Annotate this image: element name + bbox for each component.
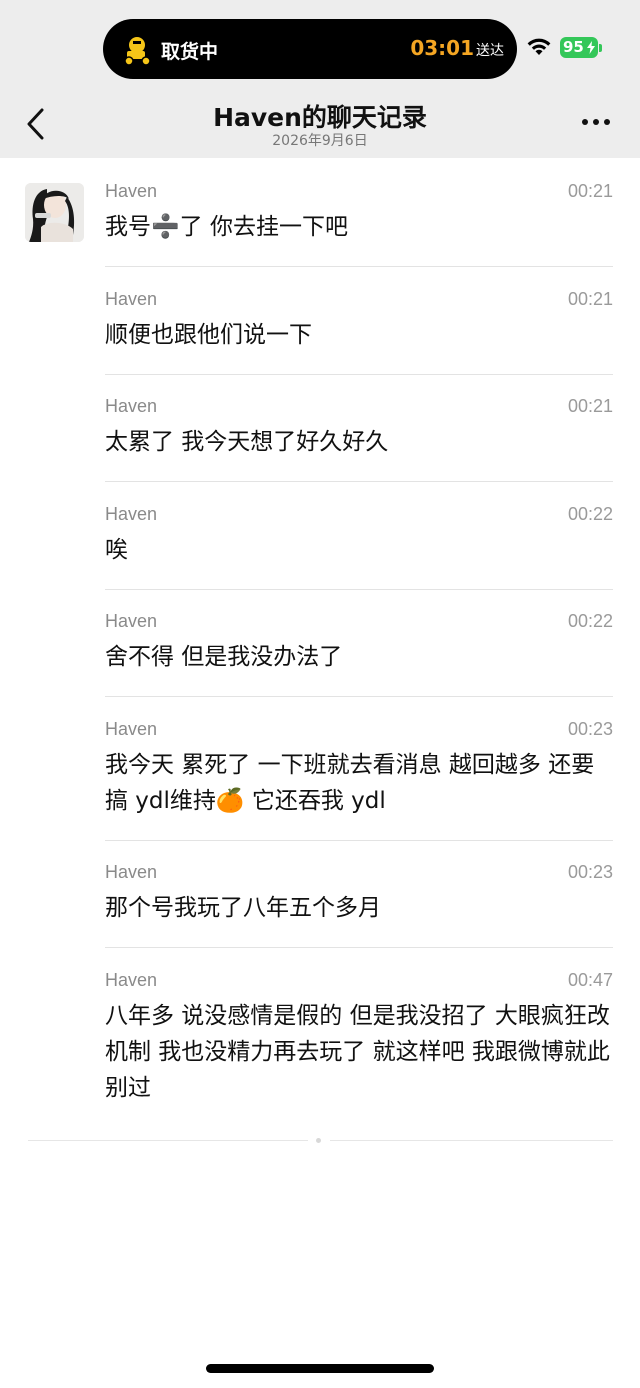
page-subtitle-date: 2026年9月6日 — [272, 133, 368, 149]
message-divider — [105, 840, 613, 841]
message-sender: Haven — [105, 289, 158, 309]
avatar-image — [25, 183, 84, 242]
message-time: 00:22 — [567, 611, 613, 631]
message-time: 00:23 — [567, 719, 613, 739]
message-divider — [105, 696, 613, 697]
message-sender: Haven — [105, 504, 158, 524]
message-sender: Haven — [105, 719, 158, 739]
message-time: 00:21 — [567, 396, 613, 416]
message-text: 八年多 说没感情是假的 但是我没招了 大眼疯狂改机制 我也没精力再去玩了 就这样… — [105, 1003, 610, 1101]
message-text: 顺便也跟他们说一下 — [105, 322, 312, 348]
message-text: 太累了 我今天想了好久好久 — [105, 429, 389, 455]
delivery-eta: 03:01 — [410, 36, 474, 60]
end-separator-right — [330, 1140, 613, 1141]
end-separator-dot — [316, 1138, 321, 1143]
battery-tip — [599, 44, 602, 52]
message-text: 舍不得 但是我没办法了 — [105, 644, 343, 670]
message-divider — [105, 481, 613, 482]
message-time: 00:22 — [567, 504, 613, 524]
message-time: 00:21 — [567, 289, 613, 309]
message-sender: Haven — [105, 862, 158, 882]
end-separator-left — [28, 1140, 308, 1141]
message-time: 00:21 — [567, 181, 613, 201]
message-time: 00:47 — [567, 970, 613, 990]
home-indicator[interactable] — [206, 1364, 434, 1373]
message-sender: Haven — [105, 396, 158, 416]
message-sender: Haven — [105, 181, 158, 201]
delivery-eta-suffix: 送达 — [476, 43, 504, 59]
message-text: 那个号我玩了八年五个多月 — [105, 895, 381, 921]
message-sender: Haven — [105, 611, 158, 631]
message-divider — [105, 266, 613, 267]
message-time: 00:23 — [567, 862, 613, 882]
delivery-status: 取货中 — [161, 41, 219, 63]
delivery-rider-icon — [124, 37, 151, 66]
charging-bolt-icon — [587, 41, 595, 54]
message-text: 我今天 累死了 一下班就去看消息 越回越多 还要搞 ydl维持🍊 它还吞我 yd… — [105, 752, 595, 814]
dynamic-island[interactable]: 取货中 03:01 送达 — [103, 19, 517, 79]
message-sender: Haven — [105, 970, 158, 990]
message-text: 唉 — [105, 537, 128, 563]
more-options-icon[interactable] — [580, 116, 612, 128]
avatar[interactable] — [25, 183, 84, 242]
message-text: 我号➗了 你去挂一下吧 — [105, 214, 348, 240]
message-divider — [105, 374, 613, 375]
page-title: Haven的聊天记录 — [213, 103, 427, 132]
battery-level: 95 — [563, 38, 584, 56]
message-divider — [105, 947, 613, 948]
message-divider — [105, 589, 613, 590]
wifi-icon — [527, 38, 551, 55]
battery-indicator: 95 — [560, 37, 598, 58]
